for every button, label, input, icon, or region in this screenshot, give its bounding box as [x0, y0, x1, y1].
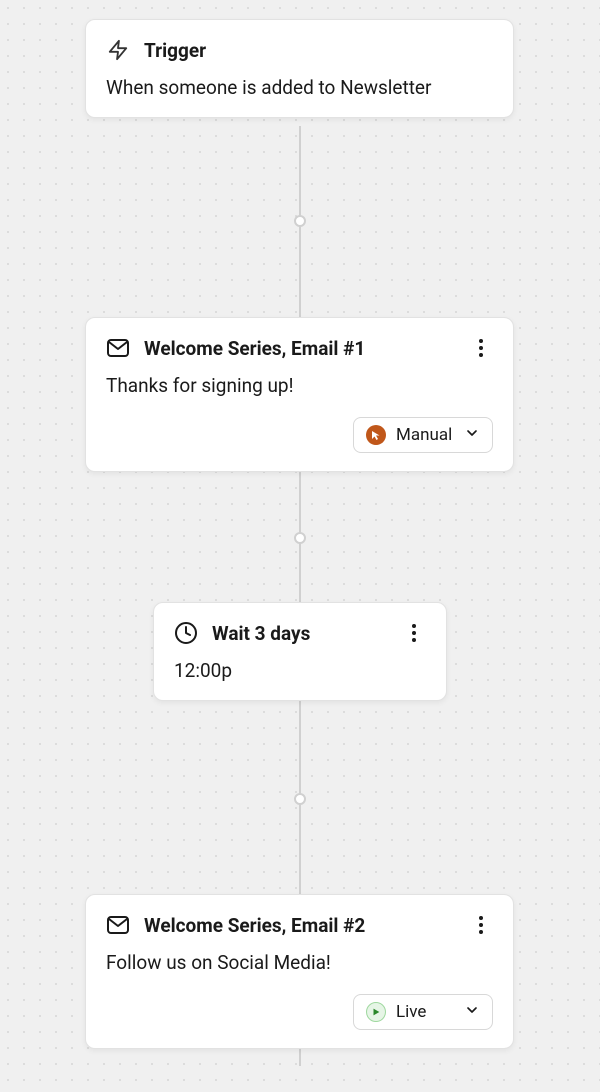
trigger-card[interactable]: Trigger When someone is added to Newslet…: [85, 19, 514, 118]
mail-icon: [106, 336, 130, 360]
email-card[interactable]: Welcome Series, Email #2 Follow us on So…: [85, 894, 514, 1049]
flow-connector-dot: [294, 793, 306, 805]
trigger-title: Trigger: [144, 39, 493, 62]
wait-description: 12:00p: [174, 659, 426, 682]
email-title: Welcome Series, Email #1: [144, 337, 455, 360]
email-title: Welcome Series, Email #2: [144, 914, 455, 937]
card-header: Trigger: [106, 38, 493, 62]
more-vertical-icon: [479, 339, 483, 357]
status-dropdown[interactable]: Live: [353, 994, 493, 1030]
trigger-description: When someone is added to Newsletter: [106, 76, 493, 99]
lightning-icon: [106, 38, 130, 62]
mail-icon: [106, 913, 130, 937]
email-card[interactable]: Welcome Series, Email #1 Thanks for sign…: [85, 317, 514, 472]
more-vertical-icon: [412, 624, 416, 642]
cursor-icon: [366, 425, 386, 445]
status-dropdown[interactable]: Manual: [353, 417, 493, 453]
status-label: Manual: [396, 425, 454, 445]
clock-icon: [174, 621, 198, 645]
card-footer: Live: [106, 994, 493, 1030]
email-description: Thanks for signing up!: [106, 374, 493, 397]
wait-title: Wait 3 days: [212, 622, 388, 645]
card-header: Welcome Series, Email #1: [106, 336, 493, 360]
wait-card[interactable]: Wait 3 days 12:00p: [153, 602, 447, 701]
more-menu-button[interactable]: [402, 621, 426, 645]
chevron-down-icon: [464, 425, 480, 445]
card-footer: Manual: [106, 417, 493, 453]
flow-connector-dot: [294, 215, 306, 227]
chevron-down-icon: [464, 1002, 480, 1022]
status-label: Live: [396, 1002, 454, 1022]
card-header: Welcome Series, Email #2: [106, 913, 493, 937]
more-menu-button[interactable]: [469, 336, 493, 360]
play-icon: [366, 1002, 386, 1022]
more-menu-button[interactable]: [469, 913, 493, 937]
email-description: Follow us on Social Media!: [106, 951, 493, 974]
card-header: Wait 3 days: [174, 621, 426, 645]
flow-connector-dot: [294, 532, 306, 544]
more-vertical-icon: [479, 916, 483, 934]
